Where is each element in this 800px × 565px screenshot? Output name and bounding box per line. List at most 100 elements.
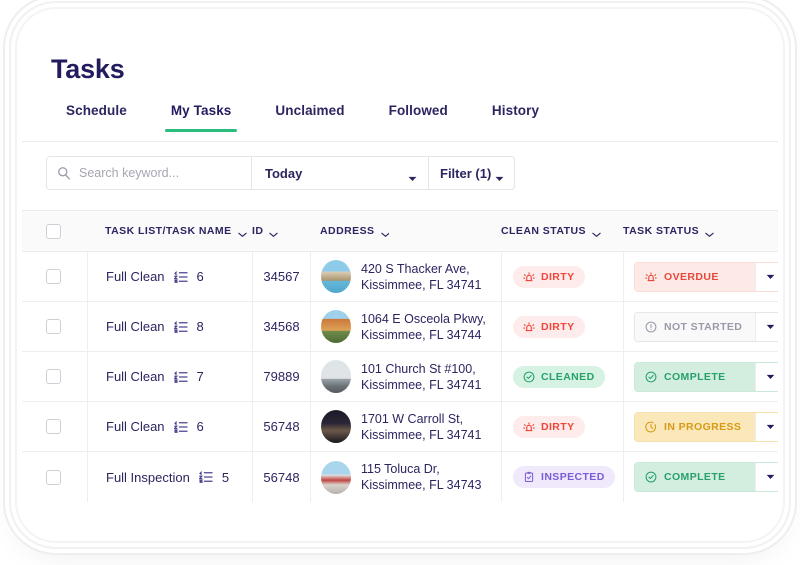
chevron-down-icon bbox=[269, 229, 279, 238]
checkbox-icon[interactable] bbox=[46, 419, 61, 434]
cell-task-status: IN PROGRESS bbox=[623, 401, 778, 452]
task-status-label: COMPLETE bbox=[664, 471, 726, 483]
task-status-dropdown-toggle[interactable] bbox=[755, 362, 778, 391]
cell-task-name: Full Clean 8 bbox=[87, 301, 252, 352]
column-header-id[interactable]: ID bbox=[252, 225, 310, 238]
row-select-checkbox[interactable] bbox=[46, 319, 87, 334]
check-circle-icon bbox=[523, 371, 535, 383]
row-select-checkbox[interactable] bbox=[46, 419, 87, 434]
column-header-task-status[interactable]: TASK STATUS bbox=[623, 225, 778, 238]
task-status-dropdown[interactable]: OVERDUE bbox=[634, 261, 778, 292]
task-name-label: Full Inspection bbox=[106, 469, 190, 485]
address-line-1: 101 Church St #100, bbox=[361, 361, 476, 376]
cell-task-name: Full Clean 6 bbox=[87, 251, 252, 302]
siren-icon bbox=[523, 421, 535, 433]
chevron-down-icon bbox=[495, 170, 504, 181]
cell-clean-status: DIRTY bbox=[501, 301, 623, 352]
cell-task-status: OVERDUE bbox=[623, 251, 778, 302]
column-header-clean-status[interactable]: CLEAN STATUS bbox=[501, 225, 623, 238]
ordered-list-icon bbox=[172, 320, 188, 334]
column-header-label: TASK STATUS bbox=[623, 225, 700, 237]
task-status-dropdown-toggle[interactable] bbox=[755, 463, 778, 491]
chevron-down-icon bbox=[237, 229, 247, 238]
column-header-task-name[interactable]: TASK LIST/TASK NAME bbox=[87, 225, 252, 238]
chevron-down-icon bbox=[592, 229, 601, 238]
row-select-checkbox[interactable] bbox=[46, 369, 87, 384]
checkbox-icon[interactable] bbox=[46, 469, 61, 485]
task-status-value[interactable]: NOT STARTED bbox=[635, 312, 755, 341]
table-row[interactable]: Full Inspection 5 56748 115 Toluca Dr, Kissi… bbox=[22, 452, 778, 502]
task-status-value[interactable]: COMPLETE bbox=[635, 362, 755, 391]
task-count: 6 bbox=[196, 419, 204, 434]
task-status-dropdown[interactable]: COMPLETE bbox=[634, 462, 778, 492]
cell-address: 1701 W Carroll St, Kissimmee, FL 34741 bbox=[310, 401, 501, 452]
cell-id: 56748 bbox=[252, 452, 310, 502]
task-status-dropdown[interactable]: IN PROGRESS bbox=[634, 411, 778, 442]
tab-followed[interactable]: Followed bbox=[367, 99, 470, 132]
date-filter-label: Today bbox=[265, 165, 303, 181]
column-header-address[interactable]: ADDRESS bbox=[310, 225, 501, 238]
tab-history[interactable]: History bbox=[470, 99, 561, 132]
table-row[interactable]: Full Clean 6 56748 1701 W Carroll St, Kissim… bbox=[22, 401, 778, 452]
select-all-checkbox[interactable] bbox=[46, 223, 87, 239]
checkbox-icon[interactable] bbox=[46, 269, 61, 284]
table-row[interactable]: Full Clean 8 34568 1064 E Osceola Pkwy, Kiss… bbox=[22, 301, 778, 352]
cell-address: 101 Church St #100, Kissimmee, FL 34741 bbox=[310, 351, 501, 402]
status-badge-label: INSPECTED bbox=[541, 471, 605, 483]
task-status-label: NOT STARTED bbox=[664, 320, 743, 333]
date-filter-select[interactable]: Today bbox=[252, 156, 429, 190]
cell-clean-status: DIRTY bbox=[501, 251, 623, 302]
address-line-2: Kissimmee, FL 34744 bbox=[361, 327, 482, 342]
checkbox-icon[interactable] bbox=[46, 319, 61, 334]
task-status-dropdown-toggle[interactable] bbox=[755, 312, 778, 341]
address-line-2: Kissimmee, FL 34741 bbox=[361, 277, 482, 292]
tab-my-tasks[interactable]: My Tasks bbox=[149, 99, 254, 132]
property-thumbnail bbox=[321, 410, 351, 443]
cell-task-name: Full Inspection 5 bbox=[87, 452, 252, 502]
tab-unclaimed[interactable]: Unclaimed bbox=[253, 99, 366, 132]
table-header-row: TASK LIST/TASK NAME ID ADDRESS CLEAN STATUS… bbox=[22, 210, 778, 252]
checkbox-icon[interactable] bbox=[46, 369, 61, 384]
filter-select[interactable]: Filter (1) bbox=[429, 156, 515, 190]
cell-address: 115 Toluca Dr, Kissimmee, FL 34743 bbox=[310, 452, 501, 502]
table-body: Full Clean 6 34567 420 S Thacker Ave, Kissim… bbox=[22, 251, 778, 502]
id-value: 56748 bbox=[263, 469, 300, 485]
cell-id: 79889 bbox=[252, 351, 310, 402]
status-badge: DIRTY bbox=[513, 315, 585, 338]
property-thumbnail bbox=[321, 360, 351, 393]
table-row[interactable]: Full Clean 7 79889 101 Church St #100, Kissi… bbox=[22, 351, 778, 402]
tab-schedule[interactable]: Schedule bbox=[44, 99, 149, 132]
siren-icon bbox=[523, 321, 535, 333]
id-value: 34568 bbox=[263, 319, 300, 334]
cell-task-status: COMPLETE bbox=[623, 351, 778, 402]
task-status-value[interactable]: OVERDUE bbox=[635, 262, 755, 291]
status-badge-label: DIRTY bbox=[541, 320, 575, 333]
clipboard-check-icon bbox=[523, 471, 535, 483]
cell-clean-status: INSPECTED bbox=[501, 452, 623, 502]
column-header-label: TASK LIST/TASK NAME bbox=[105, 225, 232, 237]
task-status-dropdown-toggle[interactable] bbox=[755, 262, 778, 291]
property-thumbnail bbox=[321, 260, 351, 293]
filters-toolbar: Today Filter (1) bbox=[46, 156, 515, 190]
filter-label: Filter (1) bbox=[440, 165, 492, 181]
address-line-2: Kissimmee, FL 34741 bbox=[361, 377, 482, 392]
search-input[interactable] bbox=[79, 166, 241, 180]
task-status-value[interactable]: COMPLETE bbox=[635, 463, 755, 491]
cell-address: 420 S Thacker Ave, Kissimmee, FL 34741 bbox=[310, 251, 501, 302]
row-select-checkbox[interactable] bbox=[46, 469, 87, 485]
property-thumbnail bbox=[321, 460, 351, 494]
status-badge: DIRTY bbox=[513, 415, 585, 438]
checkbox-icon[interactable] bbox=[46, 223, 61, 239]
task-name-label: Full Clean bbox=[106, 319, 165, 334]
table-row[interactable]: Full Clean 6 34567 420 S Thacker Ave, Kissim… bbox=[22, 251, 778, 302]
task-status-dropdown[interactable]: COMPLETE bbox=[634, 361, 778, 392]
cell-task-status: COMPLETE bbox=[623, 452, 778, 502]
row-select-checkbox[interactable] bbox=[46, 269, 87, 284]
cell-id: 34567 bbox=[252, 251, 310, 302]
task-status-dropdown-toggle[interactable] bbox=[755, 412, 778, 441]
task-status-dropdown[interactable]: NOT STARTED bbox=[634, 311, 778, 342]
device-frame: Tasks Schedule My Tasks Unclaimed Followed H… bbox=[22, 14, 778, 536]
property-thumbnail bbox=[321, 310, 351, 343]
task-status-value[interactable]: IN PROGRESS bbox=[635, 412, 755, 441]
search-box[interactable] bbox=[46, 156, 252, 190]
